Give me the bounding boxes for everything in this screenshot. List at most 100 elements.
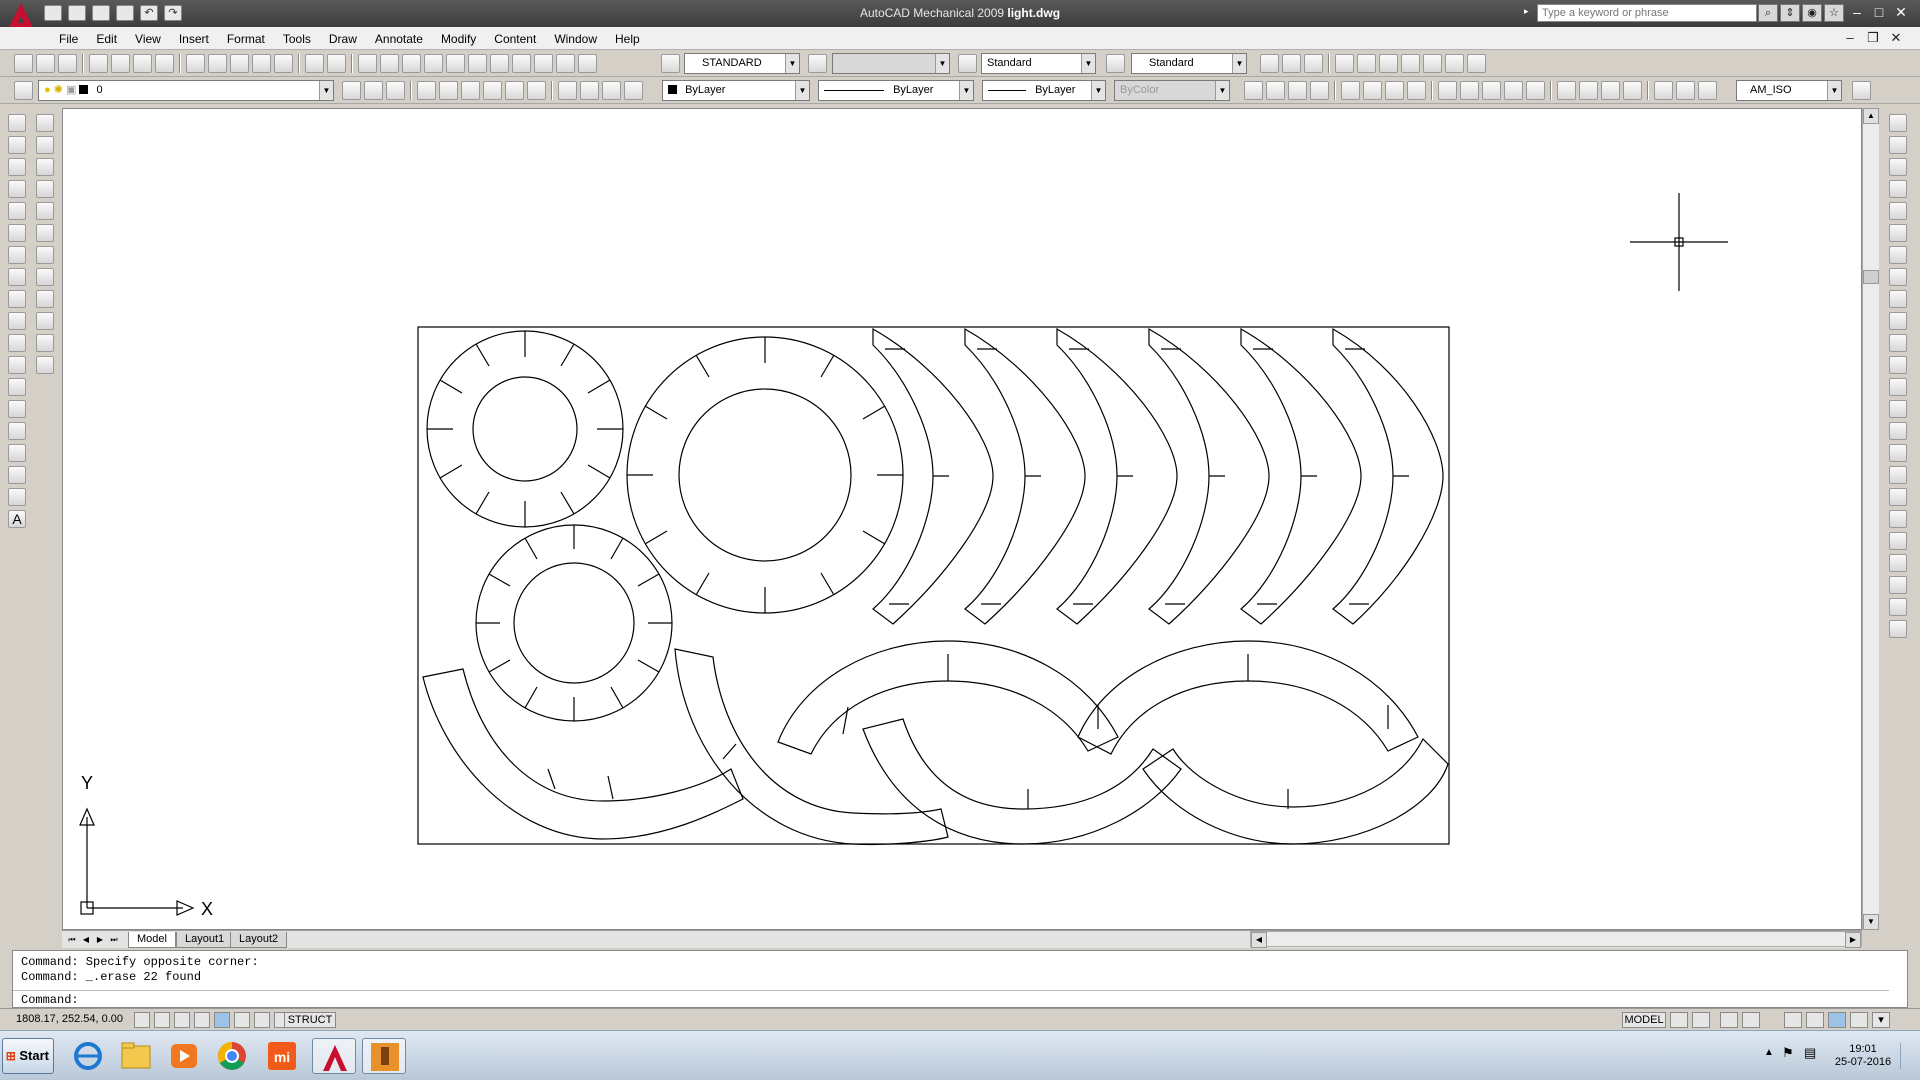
tab-layout1[interactable]: Layout1 [176, 932, 234, 948]
chevron-down-icon[interactable]: ▼ [935, 54, 949, 73]
construction-line-tool-icon[interactable] [8, 136, 26, 154]
mirror-icon[interactable] [1889, 158, 1907, 176]
lengthen-icon[interactable] [36, 334, 54, 352]
save-file-icon[interactable] [58, 54, 77, 73]
help-icon[interactable] [578, 54, 597, 73]
jogged-linear-icon[interactable] [1623, 81, 1642, 100]
menu-format[interactable]: Format [218, 31, 274, 47]
status-tray-icon[interactable] [1828, 1012, 1846, 1028]
media-player-icon[interactable] [162, 1038, 206, 1074]
block-editor-icon[interactable] [274, 54, 293, 73]
trim-tool-icon[interactable] [1889, 312, 1907, 330]
dim-style-manager-icon[interactable] [1852, 81, 1871, 100]
redo-arrow-icon[interactable] [327, 54, 346, 73]
tab-layout2[interactable]: Layout2 [230, 932, 288, 948]
plot-preview-icon[interactable] [111, 54, 130, 73]
menu-annotate[interactable]: Annotate [366, 31, 432, 47]
erase-tool-icon[interactable] [1889, 114, 1907, 132]
layer-copy-icon[interactable] [461, 81, 480, 100]
circle-icon[interactable] [8, 246, 26, 264]
menu-view[interactable]: View [126, 31, 170, 47]
first-tab-icon[interactable]: ⏮ [66, 933, 78, 946]
extend-icon[interactable] [36, 158, 54, 176]
scale-icon[interactable] [36, 356, 54, 374]
construction-line-icon[interactable] [1282, 54, 1301, 73]
arc-icon[interactable] [8, 224, 26, 242]
line-tool-icon[interactable] [1260, 54, 1279, 73]
inventor-pro-icon[interactable] [362, 1038, 406, 1074]
doc-restore-button[interactable]: ❐ [1862, 30, 1884, 46]
stretch-tool-icon[interactable] [1889, 290, 1907, 308]
quick-dim-icon[interactable] [1438, 81, 1457, 100]
stretch-icon[interactable] [36, 290, 54, 308]
chevron-down-icon[interactable]: ▼ [1232, 54, 1246, 73]
tolerance-icon[interactable] [1557, 81, 1576, 100]
power-snap-icon[interactable] [1357, 54, 1376, 73]
search-expand-icon[interactable]: ▸ [1524, 6, 1529, 17]
make-block-icon[interactable] [8, 378, 26, 396]
object-snap-icon[interactable] [214, 1012, 230, 1028]
command-prompt[interactable]: Command: [21, 993, 79, 1007]
next-tab-icon[interactable]: ▶ [94, 933, 106, 946]
angular-dim-icon[interactable] [1407, 81, 1426, 100]
copy-icon[interactable] [208, 54, 227, 73]
inspection-icon[interactable] [1601, 81, 1620, 100]
fillet-corner-icon[interactable] [1889, 576, 1907, 594]
menu-tools[interactable]: Tools [274, 31, 320, 47]
structure-icon[interactable] [1401, 54, 1420, 73]
chevron-down-icon[interactable]: ▼ [795, 81, 809, 100]
chevron-down-icon[interactable]: ▼ [785, 54, 799, 73]
coordinates-readout[interactable]: 1808.17, 252.54, 0.00 [16, 1013, 123, 1025]
table-icon[interactable] [8, 488, 26, 506]
multiline-text-icon[interactable]: A [8, 510, 26, 528]
break-icon[interactable] [36, 180, 54, 198]
action-center-flag-icon[interactable]: ⚑ [1782, 1045, 1794, 1061]
chamfer-corner-icon[interactable] [1889, 598, 1907, 616]
menu-insert[interactable]: Insert [170, 31, 218, 47]
rectangle-icon[interactable] [8, 202, 26, 220]
chevron-down-icon[interactable]: ▼ [319, 81, 333, 100]
quick-view-layouts-icon[interactable] [1670, 1012, 1688, 1028]
layer-manager-icon[interactable] [14, 81, 33, 100]
dim-space-icon[interactable] [1504, 81, 1523, 100]
polar-tracking-icon[interactable] [194, 1012, 210, 1028]
hatch-icon[interactable] [1379, 54, 1398, 73]
trim-corner-icon[interactable] [1889, 554, 1907, 572]
jogged-dim-icon[interactable] [1363, 81, 1382, 100]
layer-off-icon[interactable] [483, 81, 502, 100]
qnew-icon[interactable] [14, 54, 33, 73]
text-style-icon[interactable] [661, 54, 680, 73]
system-clock[interactable]: 19:01 25-07-2016 [1832, 1043, 1894, 1069]
chrome-icon[interactable] [210, 1038, 254, 1074]
dim-style-select[interactable]: ▼ [832, 53, 950, 74]
scroll-up-icon[interactable]: ▲ [1863, 108, 1879, 124]
explode-icon[interactable] [36, 246, 54, 264]
horizontal-scrollbar[interactable]: ◀ ▶ [1250, 931, 1862, 948]
menu-edit[interactable]: Edit [87, 31, 126, 47]
quickcalc-icon[interactable] [556, 54, 575, 73]
chamfer-icon[interactable] [36, 202, 54, 220]
subscription-icon[interactable]: ⇕ [1780, 4, 1800, 22]
radius-dim-icon[interactable] [1341, 81, 1360, 100]
close-button[interactable]: ✕ [1890, 4, 1912, 22]
design-center-icon[interactable] [468, 54, 487, 73]
layer-previous-icon[interactable] [364, 81, 383, 100]
chevron-down-icon[interactable]: ▼ [1091, 81, 1105, 100]
join-icon[interactable] [1889, 400, 1907, 418]
lineweight-select[interactable]: ByLayer ▼ [982, 80, 1106, 101]
grid-display-icon[interactable] [154, 1012, 170, 1028]
scroll-thumb[interactable] [1863, 270, 1879, 284]
menu-window[interactable]: Window [545, 31, 606, 47]
snap-mode-icon[interactable] [134, 1012, 150, 1028]
match-properties-icon[interactable] [252, 54, 271, 73]
undo-arrow-icon[interactable] [305, 54, 324, 73]
mi-icon[interactable]: mi [260, 1038, 304, 1074]
zoom-extents-icon[interactable] [1467, 54, 1486, 73]
multileader-style-icon[interactable] [1106, 54, 1125, 73]
break-tool-icon[interactable] [1889, 378, 1907, 396]
command-window[interactable]: Command: Specify opposite corner: Comman… [12, 950, 1908, 1008]
layer-lock-icon[interactable]: ▣ [66, 84, 76, 96]
erase-icon[interactable] [36, 268, 54, 286]
spline-icon[interactable] [8, 290, 26, 308]
table-style-icon[interactable] [958, 54, 977, 73]
